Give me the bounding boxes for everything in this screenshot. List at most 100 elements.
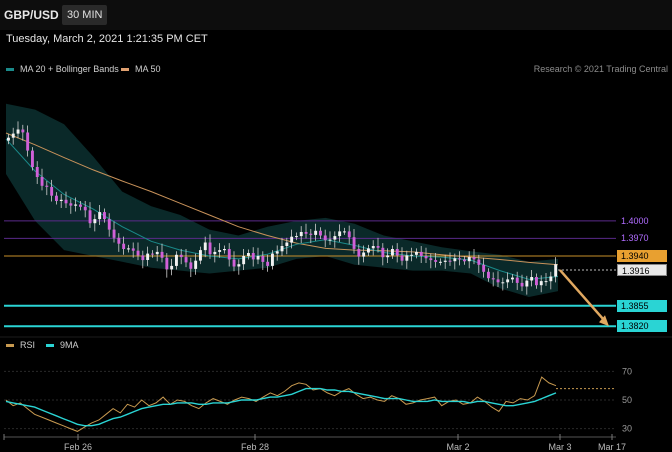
candle <box>7 137 10 141</box>
price-chart[interactable]: 70 50 30 Feb 26 Feb 28 Mar 2 Mar 3 Mar 17 <box>0 0 672 452</box>
candle <box>131 248 135 251</box>
x-tick-label: Feb 28 <box>241 442 269 452</box>
candle <box>467 257 471 262</box>
candle <box>295 236 298 238</box>
candle <box>64 199 68 204</box>
price-level-label: 1.3940 <box>617 249 667 262</box>
candle <box>410 254 414 256</box>
x-tick-label: Mar 3 <box>548 442 571 452</box>
candle <box>458 258 462 260</box>
candle <box>175 254 178 266</box>
candle <box>69 203 73 206</box>
candle <box>544 281 548 283</box>
bollinger-band <box>6 103 558 297</box>
candle <box>323 235 327 241</box>
candle <box>347 231 351 238</box>
candle <box>165 257 169 270</box>
candle <box>45 185 49 187</box>
candle <box>50 186 54 196</box>
candle <box>218 250 222 252</box>
candle <box>59 199 63 201</box>
candle <box>419 251 423 256</box>
candle <box>443 260 447 262</box>
candle <box>155 251 159 255</box>
rsi-9ma-line <box>5 387 557 427</box>
candle <box>487 271 490 279</box>
candle <box>55 195 58 201</box>
candle <box>352 237 356 249</box>
candle <box>242 256 246 265</box>
candle <box>367 248 370 253</box>
candle <box>127 248 130 250</box>
candle <box>35 167 39 177</box>
candle <box>535 277 538 286</box>
x-tick-label: Mar 2 <box>446 442 469 452</box>
candle <box>415 251 418 255</box>
candle <box>103 212 106 220</box>
candle <box>275 251 279 254</box>
candle <box>511 277 514 280</box>
candle <box>482 264 486 272</box>
x-tick-label: Mar 17 <box>598 442 626 452</box>
candle <box>151 253 154 255</box>
candle <box>213 251 217 255</box>
candle <box>395 249 399 256</box>
candle <box>520 282 524 287</box>
candle <box>496 279 500 283</box>
candle <box>194 260 198 269</box>
price-level-label: 1.3855 <box>617 299 667 312</box>
candle <box>506 279 510 283</box>
candle <box>386 255 390 258</box>
candle <box>98 212 102 220</box>
candle <box>304 232 308 234</box>
rsi-tick-label: 30 <box>622 424 632 434</box>
candle <box>160 251 164 258</box>
candle <box>256 256 260 260</box>
candle <box>74 204 78 206</box>
candle <box>309 233 313 235</box>
candle <box>83 206 87 211</box>
x-tick-label: Feb 26 <box>64 442 92 452</box>
candle <box>79 204 82 207</box>
candle <box>472 257 476 260</box>
candle <box>271 253 274 266</box>
candle <box>554 264 558 277</box>
price-level-label: 1.3970 <box>621 233 649 244</box>
price-level-label: 1.3820 <box>617 320 667 333</box>
candle <box>376 246 380 248</box>
candle <box>405 255 409 261</box>
candle <box>343 231 346 233</box>
candle <box>463 259 466 262</box>
candle <box>434 260 438 262</box>
candle <box>429 258 433 261</box>
rsi-tick-label: 50 <box>622 395 632 405</box>
candle <box>184 257 188 263</box>
rsi-tick-label: 70 <box>622 366 632 376</box>
candle <box>251 253 255 260</box>
candle <box>88 210 92 224</box>
candle <box>11 133 15 138</box>
candle <box>491 278 495 280</box>
candle <box>136 250 140 256</box>
candle <box>223 249 226 251</box>
candle <box>170 265 174 270</box>
candle <box>299 232 303 237</box>
candle <box>314 230 318 235</box>
candle <box>208 242 212 255</box>
candle <box>400 255 404 261</box>
candle <box>93 219 97 224</box>
candle <box>371 246 375 249</box>
candle <box>515 277 519 283</box>
candle <box>549 276 553 282</box>
candle <box>26 132 30 151</box>
candle <box>21 129 25 133</box>
candle <box>237 264 241 267</box>
candle <box>448 260 452 262</box>
candle <box>266 261 270 266</box>
candle <box>40 177 44 186</box>
candle <box>319 230 322 236</box>
candle <box>16 129 20 134</box>
candle <box>539 281 543 286</box>
candle <box>391 249 394 256</box>
candle <box>525 280 529 287</box>
